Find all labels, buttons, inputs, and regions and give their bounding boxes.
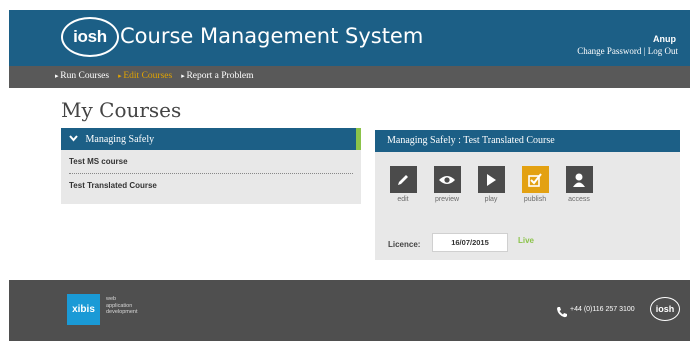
pencil-icon xyxy=(389,166,417,193)
play-button[interactable]: play xyxy=(476,166,506,203)
course-group-name: Managing Safely xyxy=(85,134,155,145)
play-label: play xyxy=(484,196,498,203)
preview-label: preview xyxy=(434,196,460,203)
course-toolbar: edit preview play publish access xyxy=(388,166,594,203)
tagline-line: development xyxy=(106,309,138,315)
publish-label: publish xyxy=(523,196,547,203)
licence-status-badge: Live xyxy=(518,236,535,245)
course-list-panel: Managing Safely Test MS course Test Tran… xyxy=(61,128,361,204)
app-frame: iosh Course Management System Anup Chang… xyxy=(9,10,690,341)
licence-label: Licence: xyxy=(388,240,421,249)
checkbox-icon xyxy=(521,166,549,193)
play-icon xyxy=(477,166,505,193)
change-password-link[interactable]: Change Password xyxy=(577,46,641,56)
xibis-tagline: web application development xyxy=(106,296,166,316)
course-item-test-ms[interactable]: Test MS course xyxy=(61,150,361,173)
licence-date-field[interactable]: 16/07/2015 xyxy=(432,233,508,252)
user-icon xyxy=(565,166,593,193)
eye-icon xyxy=(433,166,461,193)
nav-bar: Run Courses Edit Courses Report a Proble… xyxy=(9,66,690,88)
footer-bar: xibis web application development +44 (0… xyxy=(9,280,690,341)
iosh-footer-logo-text: iosh xyxy=(655,304,675,314)
phone-number: +44 (0)116 257 3100 xyxy=(570,306,635,313)
app-title: Course Management System xyxy=(120,24,424,48)
course-group-header[interactable]: Managing Safely xyxy=(61,128,361,150)
page-title: My Courses xyxy=(61,98,182,122)
iosh-logo-text: iosh xyxy=(73,27,107,46)
publish-button[interactable]: publish xyxy=(520,166,550,203)
preview-button[interactable]: preview xyxy=(432,166,462,203)
xibis-logo-text: xibis xyxy=(72,304,95,315)
iosh-logo[interactable]: iosh xyxy=(61,17,119,57)
xibis-logo[interactable]: xibis xyxy=(67,294,100,325)
nav-item-edit-courses[interactable]: Edit Courses xyxy=(118,71,172,81)
access-label: access xyxy=(568,196,590,203)
nav-item-run-courses[interactable]: Run Courses xyxy=(55,71,109,81)
user-links: Change Password | Log Out xyxy=(577,46,678,56)
iosh-footer-logo[interactable]: iosh xyxy=(650,297,680,321)
edit-label: edit xyxy=(397,196,409,203)
course-detail-panel: Managing Safely : Test Translated Course… xyxy=(375,130,680,260)
chevron-down-icon xyxy=(69,128,83,150)
nav-menu: Run Courses Edit Courses Report a Proble… xyxy=(55,71,253,81)
access-button[interactable]: access xyxy=(564,166,594,203)
header-bar: iosh Course Management System Anup Chang… xyxy=(9,10,690,66)
edit-button[interactable]: edit xyxy=(388,166,418,203)
course-item-test-translated[interactable]: Test Translated Course xyxy=(61,174,361,197)
phone-icon xyxy=(556,305,568,318)
course-detail-title: Managing Safely : Test Translated Course xyxy=(375,130,680,152)
nav-item-report-problem[interactable]: Report a Problem xyxy=(181,71,253,81)
user-name: Anup xyxy=(653,34,676,44)
log-out-link[interactable]: Log Out xyxy=(648,46,678,56)
